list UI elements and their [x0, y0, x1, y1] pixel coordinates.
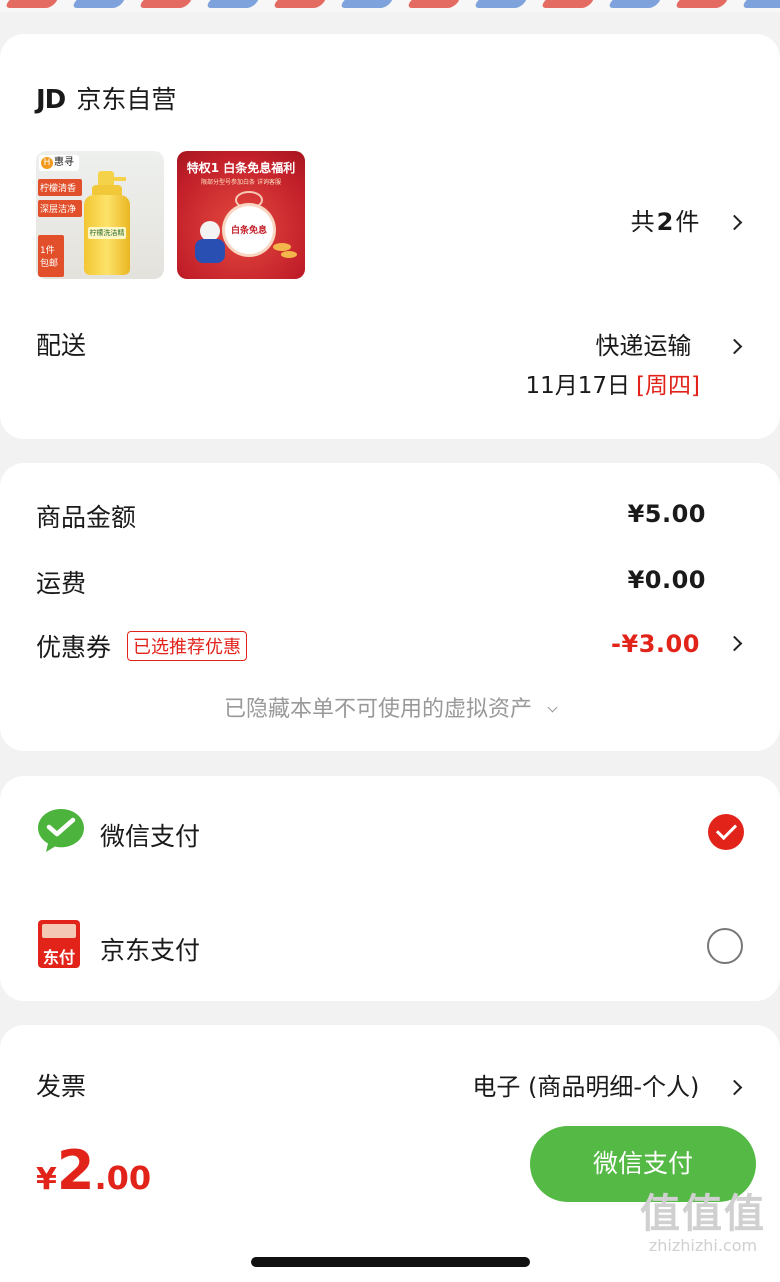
invoice-selector[interactable]: 电子 (商品明细-个人) — [472, 1067, 743, 1102]
total-decimal: .00 — [94, 1159, 152, 1197]
product-thumbnail-detergent[interactable]: H 惠寻 柠檬清香 深层洁净 1件包邮 柠檬洗洁精 — [36, 151, 164, 279]
item-count[interactable]: 共2件 — [631, 202, 743, 237]
shipping-label: 运费 — [36, 569, 87, 598]
mascot-image — [195, 221, 225, 265]
store-header: JD 京东自营 — [36, 80, 176, 116]
invoice-card: 发票 电子 (商品明细-个人) ¥2.00 微信支付 值值值 zhizhizhi… — [0, 1025, 780, 1282]
radio-unchecked-icon[interactable] — [707, 928, 743, 964]
detergent-bottle-image: 柠檬洗洁精 — [84, 171, 130, 275]
coupon-value: -¥3.00 — [611, 630, 700, 658]
wechat-pay-icon — [38, 809, 84, 852]
invoice-label: 发票 — [36, 1072, 87, 1101]
shipping-value: ¥0.00 — [627, 566, 706, 594]
jd-pay-label: 京东支付 — [100, 936, 201, 965]
wechat-pay-label: 微信支付 — [100, 822, 201, 851]
watermark: 值值值 zhizhizhi.com — [640, 1191, 766, 1255]
chevron-right-icon — [726, 214, 743, 231]
delivery-weekday: [周四] — [636, 373, 700, 399]
coupon-row[interactable]: -¥3.00 — [611, 630, 743, 658]
store-name: 京东自营 — [76, 85, 177, 114]
product-tag: 柠檬清香 — [38, 179, 82, 196]
radio-checked-icon[interactable] — [708, 814, 744, 850]
coupon-tag: 已选推荐优惠 — [127, 631, 247, 661]
jd-logo: JD — [36, 85, 66, 115]
product-tag-column: 柠檬清香 深层洁净 1件包邮 — [38, 179, 82, 277]
payment-option-wechat[interactable]: 微信支付 — [0, 776, 780, 888]
delivery-label: 配送 — [36, 331, 87, 360]
currency-symbol: ¥ — [36, 1162, 57, 1197]
coupon-label: 优惠券 — [36, 633, 112, 662]
price-summary-card: 商品金额 ¥5.00 运费 ¥0.00 优惠券 已选推荐优惠 -¥3.00 已隐… — [0, 463, 780, 751]
home-indicator — [251, 1257, 530, 1267]
delivery-method[interactable]: 快递运输 — [595, 326, 743, 361]
chevron-right-icon — [726, 1079, 743, 1096]
hidden-assets-toggle[interactable]: 已隐藏本单不可使用的虚拟资产 — [0, 691, 780, 723]
airmail-border — [0, 0, 780, 12]
order-items-card: JD 京东自营 H 惠寻 柠檬清香 深层洁净 1件包邮 柠檬洗洁精 特权1 白条免… — [0, 34, 780, 439]
goods-amount-value: ¥5.00 — [627, 500, 706, 528]
chevron-right-icon — [726, 635, 743, 652]
product-thumbnail-promo[interactable]: 特权1 白条免息福利 限部分型号参加白条 详询客服 白条免息 — [177, 151, 305, 279]
chevron-right-icon — [726, 338, 743, 355]
brand-badge: H 惠寻 — [39, 155, 79, 171]
product-tag: 1件包邮 — [38, 235, 64, 277]
delivery-date: 11月17日 [周四] — [525, 373, 701, 399]
chevron-down-icon — [547, 702, 558, 713]
payment-methods-card: 微信支付 东付 京东支付 — [0, 776, 780, 1001]
jd-pay-icon: 东付 — [38, 920, 80, 968]
goods-amount-label: 商品金额 — [36, 503, 137, 532]
promo-badge: 白条免息 — [225, 206, 273, 254]
payment-option-jd[interactable]: 东付 京东支付 — [0, 888, 780, 1001]
total-integer: 2 — [56, 1139, 95, 1202]
product-tag: 深层洁净 — [38, 200, 82, 217]
order-total: ¥2.00 — [36, 1139, 151, 1202]
